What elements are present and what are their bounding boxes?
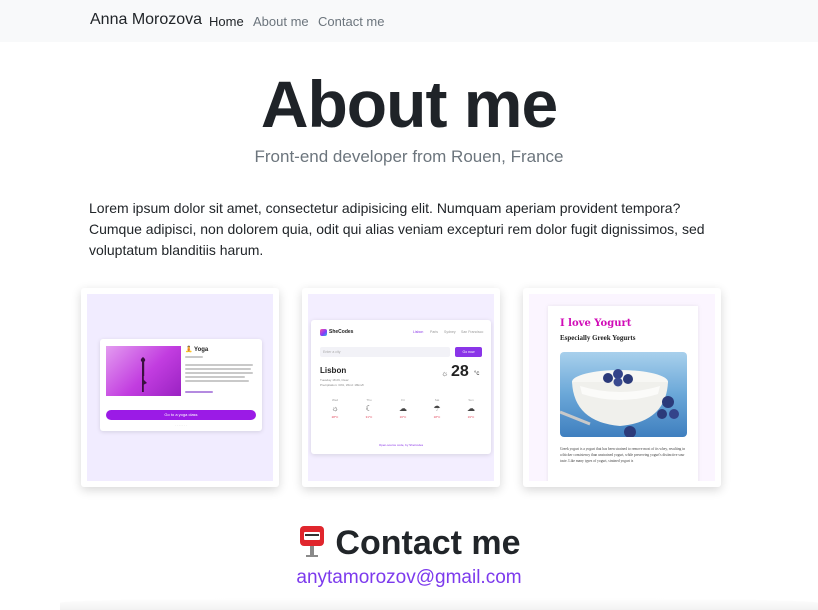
yoga-link-line bbox=[185, 391, 213, 393]
weather-meta-line: Precipitation: 34%, Wind: 18km/h bbox=[320, 383, 365, 387]
postbox-icon bbox=[297, 524, 327, 567]
yoga-text-line bbox=[185, 356, 203, 358]
project-preview-weather: SheCodes Lisbon Paris Sydney San Francis… bbox=[308, 294, 494, 481]
forecast-sun-icon: ☼ bbox=[331, 404, 339, 413]
forecast-cloud-icon: ☁ bbox=[399, 404, 407, 413]
weather-nav-item[interactable]: Sydney bbox=[444, 330, 456, 334]
weather-meta-line: Tuesday 18:29, Clear bbox=[320, 378, 349, 382]
navbar: Anna Morozova Home About me Contact me bbox=[0, 0, 818, 42]
forecast-rain-icon: ☂ bbox=[433, 404, 441, 413]
forecast-temp: 16°C bbox=[399, 415, 407, 419]
yoga-text-line bbox=[185, 368, 251, 370]
weather-panel: SheCodes Lisbon Paris Sydney San Francis… bbox=[311, 320, 491, 454]
weather-footer-link[interactable]: Open-source code, by SheCodes bbox=[311, 443, 491, 447]
forecast-temp: 28°C bbox=[331, 415, 339, 419]
yoga-text-line bbox=[185, 364, 253, 366]
forecast-day-name: Fri bbox=[401, 398, 405, 402]
yoga-title: 🧘 Yoga bbox=[185, 347, 209, 353]
yoga-text-line bbox=[185, 376, 245, 378]
weather-nav-item[interactable]: San Francisco bbox=[461, 330, 483, 334]
forecast-day-name: Thu bbox=[366, 398, 372, 402]
weather-brand: SheCodes bbox=[329, 329, 354, 335]
shecodes-logo-icon bbox=[320, 329, 327, 336]
nav-link-about[interactable]: About me bbox=[253, 14, 309, 29]
weather-search-input[interactable]: Enter a city bbox=[320, 347, 450, 357]
yogurt-panel: I love Yogurt Especially Greek Yogurts G… bbox=[548, 306, 698, 481]
page-title: About me bbox=[260, 67, 558, 141]
forecast-day-name: Wed bbox=[331, 398, 339, 402]
forecast-day: Thu ☾ 31°C bbox=[359, 398, 379, 419]
project-preview-yoga: 🧘 Yoga Go to a yoga class · · · · · · · bbox=[87, 294, 273, 481]
forecast-day: Sun ☁ 19°C bbox=[461, 398, 481, 419]
yoga-class-button[interactable]: Go to a yoga class bbox=[106, 410, 256, 420]
yogurt-photo bbox=[560, 352, 687, 437]
page-bottom-shadow bbox=[60, 598, 818, 610]
forecast-day-name: Sat bbox=[434, 398, 440, 402]
forecast-temp: 19°C bbox=[467, 415, 475, 419]
yoga-figure-icon bbox=[140, 357, 147, 392]
yoga-photo bbox=[106, 346, 181, 396]
weather-search-button[interactable]: Go now bbox=[455, 347, 482, 357]
yoga-text-line bbox=[185, 372, 253, 374]
weather-meta: Tuesday 18:29, Clear Precipitation: 34%,… bbox=[320, 378, 364, 388]
forecast-day: Wed ☼ 28°C bbox=[325, 398, 345, 419]
weather-temperature: 28 bbox=[451, 363, 469, 380]
yogurt-subtitle: Especially Greek Yogurts bbox=[560, 334, 636, 342]
nav-link-home[interactable]: Home bbox=[209, 14, 244, 29]
contact-heading: Contact me bbox=[0, 524, 818, 567]
yoga-text-line bbox=[185, 380, 249, 382]
contact-title-text: Contact me bbox=[335, 524, 521, 562]
yoga-footer: · · · · · · · bbox=[175, 423, 187, 427]
email-link[interactable]: anytamorozov@gmail.com bbox=[0, 567, 818, 589]
forecast-day-name: Sun bbox=[468, 398, 474, 402]
forecast-day: Sat ☂ 18°C bbox=[427, 398, 447, 419]
forecast-temp: 31°C bbox=[365, 415, 373, 419]
project-card-yoga[interactable]: 🧘 Yoga Go to a yoga class · · · · · · · bbox=[81, 288, 279, 487]
project-preview-yogurt: I love Yogurt Especially Greek Yogurts G… bbox=[529, 294, 715, 481]
forecast-cloud-icon: ☁ bbox=[467, 404, 475, 413]
weather-nav-item[interactable]: Paris bbox=[430, 330, 438, 334]
yogurt-text: Greek yogurt is a yogurt that has been s… bbox=[560, 447, 686, 463]
forecast-day: Fri ☁ 16°C bbox=[393, 398, 413, 419]
weather-unit: °c bbox=[474, 371, 480, 377]
weather-city: Lisbon bbox=[320, 366, 347, 375]
intro-paragraph: Lorem ipsum dolor sit amet, consectetur … bbox=[89, 200, 705, 258]
brand-link[interactable]: Anna Morozova bbox=[90, 11, 202, 29]
page-subtitle: Front-end developer from Rouen, France bbox=[254, 147, 564, 166]
nav-link-contact[interactable]: Contact me bbox=[318, 14, 384, 29]
yoga-panel: 🧘 Yoga Go to a yoga class · · · · · · · bbox=[100, 339, 262, 431]
sun-icon: ☼ bbox=[441, 369, 449, 378]
forecast-moon-icon: ☾ bbox=[365, 404, 373, 413]
weather-nav-item[interactable]: Lisbon bbox=[413, 330, 423, 334]
project-card-weather[interactable]: SheCodes Lisbon Paris Sydney San Francis… bbox=[302, 288, 500, 487]
forecast-temp: 18°C bbox=[433, 415, 441, 419]
yogurt-title: I love Yogurt bbox=[560, 318, 632, 329]
project-card-yogurt[interactable]: I love Yogurt Especially Greek Yogurts G… bbox=[523, 288, 721, 487]
yogurt-bowl-image bbox=[560, 369, 679, 437]
